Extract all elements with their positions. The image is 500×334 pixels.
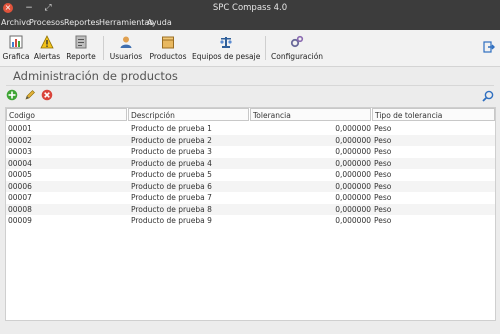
column-header-codigo[interactable]: Codigo bbox=[6, 108, 127, 121]
table-row[interactable]: 00009 Producto de prueba 9 0,000000 Peso bbox=[6, 215, 495, 227]
cell-tipo: Peso bbox=[374, 216, 392, 225]
table-row[interactable]: 00001 Producto de prueba 1 0,000000 Peso bbox=[6, 123, 495, 135]
cell-tolerancia: 0,000000 bbox=[335, 204, 371, 214]
gears-icon bbox=[290, 35, 304, 48]
toolbar-alertas-button[interactable]: Alertas bbox=[33, 32, 61, 64]
toolbar-label: Configuración bbox=[271, 52, 324, 61]
column-header-tolerancia[interactable]: Tolerancia bbox=[250, 108, 371, 121]
users-icon bbox=[120, 36, 132, 48]
cell-codigo: 00006 bbox=[8, 181, 32, 191]
menu-reportes[interactable]: Reportes bbox=[64, 18, 100, 27]
cell-tipo: Peso bbox=[374, 147, 392, 156]
column-header-descripcion[interactable]: Descripción bbox=[128, 108, 249, 121]
column-header-tipo[interactable]: Tipo de tolerancia bbox=[372, 108, 495, 121]
cell-tolerancia: 0,000000 bbox=[335, 135, 371, 145]
cell-codigo: 00002 bbox=[8, 135, 32, 145]
cell-descripcion: Producto de prueba 8 bbox=[131, 204, 212, 214]
toolbar-label: Equipos de pesaje bbox=[192, 52, 261, 61]
cell-tipo: Peso bbox=[374, 158, 392, 168]
cell-descripcion: Producto de prueba 3 bbox=[131, 147, 212, 156]
scale-icon bbox=[220, 37, 232, 48]
cell-descripcion: Producto de prueba 9 bbox=[131, 216, 212, 225]
chart-icon bbox=[9, 35, 23, 49]
table-row[interactable]: 00002 Producto de prueba 2 0,000000 Peso bbox=[6, 134, 495, 146]
cell-tipo: Peso bbox=[374, 124, 392, 133]
toolbar-separator bbox=[265, 36, 266, 60]
table-row[interactable]: 00005 Producto de prueba 5 0,000000 Peso bbox=[6, 169, 495, 181]
cell-tolerancia: 0,000000 bbox=[335, 147, 371, 156]
pencil-icon[interactable] bbox=[24, 89, 36, 101]
cell-descripcion: Producto de prueba 2 bbox=[131, 135, 212, 145]
cell-tolerancia: 0,000000 bbox=[335, 181, 371, 191]
cell-tolerancia: 0,000000 bbox=[335, 216, 371, 225]
warning-icon bbox=[40, 35, 54, 49]
cell-codigo: 00005 bbox=[8, 170, 32, 179]
cell-tolerancia: 0,000000 bbox=[335, 193, 371, 202]
cell-codigo: 00001 bbox=[8, 124, 32, 133]
cell-codigo: 00009 bbox=[8, 216, 32, 225]
table-row[interactable]: 00003 Producto de prueba 3 0,000000 Peso bbox=[6, 146, 495, 158]
menu-bar: Archivo Procesos Reportes Herramientas A… bbox=[0, 17, 500, 30]
menu-herramientas[interactable]: Herramientas bbox=[99, 18, 154, 27]
cell-tipo: Peso bbox=[374, 135, 392, 145]
toolbar-label: Usuarios bbox=[109, 52, 143, 61]
cell-descripcion: Producto de prueba 7 bbox=[131, 193, 212, 202]
table-row[interactable]: 00004 Producto de prueba 4 0,000000 Peso bbox=[6, 157, 495, 169]
search-icon[interactable] bbox=[482, 90, 494, 102]
cell-codigo: 00007 bbox=[8, 193, 32, 202]
toolbar-label: Alertas bbox=[33, 52, 61, 61]
cell-tipo: Peso bbox=[374, 204, 392, 214]
menu-archivo[interactable]: Archivo bbox=[1, 18, 31, 27]
cell-descripcion: Producto de prueba 6 bbox=[131, 181, 212, 191]
cell-codigo: 00004 bbox=[8, 158, 32, 168]
toolbar-label: Productos bbox=[149, 52, 187, 61]
cell-descripcion: Producto de prueba 4 bbox=[131, 158, 212, 168]
cell-tolerancia: 0,000000 bbox=[335, 170, 371, 179]
cell-codigo: 00008 bbox=[8, 204, 32, 214]
cell-tipo: Peso bbox=[374, 181, 392, 191]
cell-tipo: Peso bbox=[374, 193, 392, 202]
menu-ayuda[interactable]: Ayuda bbox=[147, 18, 172, 27]
table-header: Codigo Descripción Tolerancia Tipo de to… bbox=[6, 108, 495, 122]
add-icon[interactable] bbox=[6, 89, 18, 101]
table-row[interactable]: 00006 Producto de prueba 6 0,000000 Peso bbox=[6, 180, 495, 192]
cell-tolerancia: 0,000000 bbox=[335, 124, 371, 133]
products-table: Codigo Descripción Tolerancia Tipo de to… bbox=[5, 107, 496, 321]
toolbar-equipos-button[interactable]: Equipos de pesaje bbox=[192, 32, 260, 64]
divider bbox=[6, 85, 494, 86]
cell-descripcion: Producto de prueba 1 bbox=[131, 124, 212, 133]
toolbar-separator bbox=[103, 36, 104, 60]
cell-descripcion: Producto de prueba 5 bbox=[131, 170, 212, 179]
toolbar-label: Grafica bbox=[2, 52, 30, 61]
table-row[interactable]: 00008 Producto de prueba 8 0,000000 Peso bbox=[6, 203, 495, 215]
box-icon bbox=[162, 36, 174, 49]
delete-icon[interactable] bbox=[41, 89, 53, 101]
title-bar: × − ⤢ SPC Compass 4.0 bbox=[0, 0, 500, 17]
cell-codigo: 00003 bbox=[8, 147, 32, 156]
page-title: Administración de productos bbox=[13, 69, 178, 83]
window-title: SPC Compass 4.0 bbox=[212, 3, 288, 13]
menu-procesos[interactable]: Procesos bbox=[29, 18, 64, 27]
exit-icon[interactable] bbox=[483, 41, 495, 53]
toolbar: Grafica Alertas Reporte Usuarios Product… bbox=[0, 30, 500, 67]
toolbar-productos-button[interactable]: Productos bbox=[148, 32, 188, 64]
toolbar-grafica-button[interactable]: Grafica bbox=[2, 32, 30, 64]
toolbar-usuarios-button[interactable]: Usuarios bbox=[108, 32, 144, 64]
report-icon bbox=[75, 35, 87, 49]
toolbar-configuracion-button[interactable]: Configuración bbox=[271, 32, 323, 64]
cell-tipo: Peso bbox=[374, 170, 392, 179]
cell-tolerancia: 0,000000 bbox=[335, 158, 371, 168]
toolbar-label: Reporte bbox=[66, 52, 96, 61]
table-row[interactable]: 00007 Producto de prueba 7 0,000000 Peso bbox=[6, 192, 495, 204]
toolbar-reporte-button[interactable]: Reporte bbox=[65, 32, 97, 64]
